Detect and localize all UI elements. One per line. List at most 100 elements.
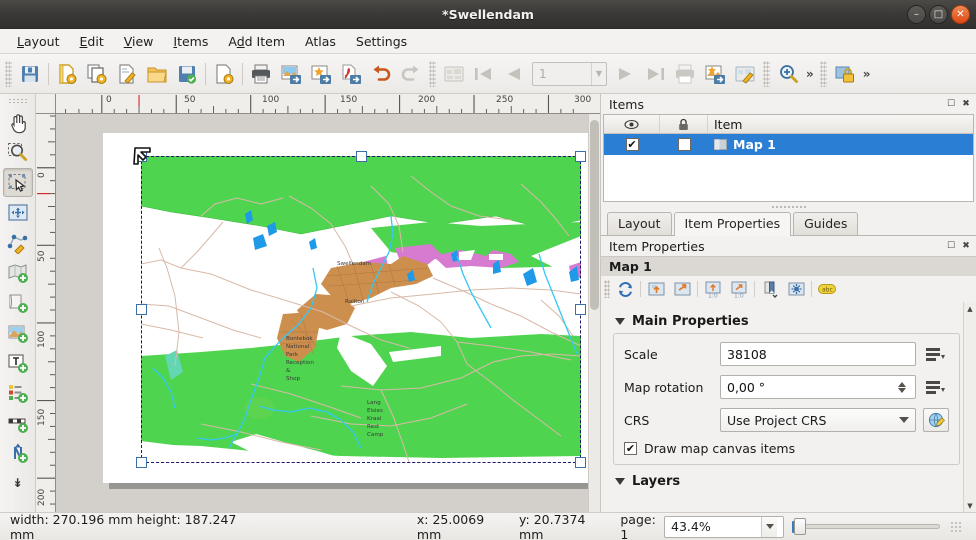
add-picture-tool[interactable]	[3, 318, 33, 347]
zoom-slider-track[interactable]	[796, 524, 940, 529]
view-scale-in-canvas-icon[interactable]: 1:0	[726, 277, 752, 301]
resize-handle-br[interactable]	[575, 457, 586, 468]
export-image-icon[interactable]	[276, 59, 306, 89]
map-rotation-spinner[interactable]	[895, 382, 909, 393]
add-label-tool[interactable]	[3, 348, 33, 377]
main-properties-header[interactable]: Main Properties	[615, 314, 960, 329]
scroll-up-icon[interactable]: ▲	[964, 302, 976, 315]
map-item-map1[interactable]: Swellendam Railton Bontebok National Par…	[141, 156, 581, 463]
resize-handle-tm[interactable]	[356, 151, 367, 162]
lock-items-icon[interactable]	[830, 59, 860, 89]
set-canvas-scale-icon[interactable]: 1:0	[700, 277, 726, 301]
layout-manager-icon[interactable]	[112, 59, 142, 89]
menu-add-item[interactable]: Add Item	[219, 31, 294, 52]
scale-input[interactable]: 38108	[720, 342, 916, 366]
interactive-edit-icon[interactable]	[783, 277, 809, 301]
add-map-tool[interactable]	[3, 258, 33, 287]
items-panel-float-icon[interactable]: ☐	[945, 98, 957, 110]
add-north-arrow-tool[interactable]	[3, 438, 33, 467]
tab-guides[interactable]: Guides	[793, 212, 858, 235]
set-canvas-extent-icon[interactable]	[643, 277, 669, 301]
pan-tool[interactable]	[3, 108, 33, 137]
select-move-item-tool[interactable]	[3, 168, 33, 197]
canvas-vertical-scrollbar[interactable]	[588, 114, 600, 512]
table-row[interactable]: ✔ Map 1	[604, 134, 973, 155]
previous-feature-icon[interactable]	[499, 59, 529, 89]
resize-handle-bl[interactable]	[136, 457, 147, 468]
spinner-up-icon[interactable]	[898, 382, 906, 387]
resize-handle-mr[interactable]	[575, 304, 586, 315]
export-svg-icon[interactable]	[306, 59, 336, 89]
menu-atlas[interactable]: Atlas	[296, 31, 345, 52]
atlas-page-spin-icon[interactable]: ▼	[591, 63, 606, 85]
layout-page[interactable]: Swellendam Railton Bontebok National Par…	[103, 133, 592, 483]
toolbar-grip-2[interactable]	[429, 61, 436, 87]
toolbar-overflow-2[interactable]: »	[860, 67, 874, 81]
print-icon[interactable]	[246, 59, 276, 89]
toolbar-grip-3[interactable]	[763, 61, 770, 87]
labeling-icon[interactable]: abc	[814, 277, 840, 301]
item-properties-scroll-area[interactable]: Main Properties Scale 38108	[601, 302, 976, 512]
crs-select[interactable]: Use Project CRS	[720, 408, 916, 432]
move-item-content-tool[interactable]	[3, 198, 33, 227]
row-lock-checkbox[interactable]	[660, 138, 708, 151]
canvas-scroll-thumb[interactable]	[590, 120, 599, 310]
new-from-template-icon[interactable]	[209, 59, 239, 89]
zoom-tool[interactable]	[3, 138, 33, 167]
zoom-slider-knob[interactable]	[794, 518, 806, 535]
draw-canvas-items-row[interactable]: ✔ Draw map canvas items	[624, 441, 949, 456]
redo-icon[interactable]	[396, 59, 426, 89]
export-atlas-image-icon[interactable]	[700, 59, 730, 89]
save-as-template-icon[interactable]	[172, 59, 202, 89]
print-atlas-icon[interactable]	[670, 59, 700, 89]
refresh-view-icon[interactable]	[612, 277, 638, 301]
view-extent-in-canvas-icon[interactable]	[669, 277, 695, 301]
item-properties-float-icon[interactable]: ☐	[945, 240, 957, 252]
map-rotation-input[interactable]: 0,00 °	[720, 375, 916, 399]
bookmarks-icon[interactable]	[757, 277, 783, 301]
new-layout-icon[interactable]	[52, 59, 82, 89]
scale-data-defined-button[interactable]	[923, 343, 949, 365]
more-tools-button[interactable]: ↡	[3, 468, 33, 497]
atlas-settings-icon[interactable]	[439, 59, 469, 89]
map-rotation-data-defined-button[interactable]	[923, 376, 949, 398]
resize-handle-tr[interactable]	[575, 151, 586, 162]
row-item-cell[interactable]: Map 1	[708, 137, 973, 152]
toolbar-overflow-1[interactable]: »	[803, 67, 817, 81]
add-shape-tool[interactable]	[3, 288, 33, 317]
chevron-down-icon[interactable]	[899, 417, 909, 423]
toolbar-grip[interactable]	[5, 61, 12, 87]
zoom-dropdown-icon[interactable]	[761, 517, 777, 537]
items-table[interactable]: Item ✔ Map 1	[603, 114, 974, 202]
toolbar-grip-4[interactable]	[820, 61, 827, 87]
scroll-down-icon[interactable]: ▼	[964, 499, 976, 512]
status-resize-grip[interactable]	[950, 521, 962, 533]
zoom-in-icon[interactable]	[773, 59, 803, 89]
export-pdf-icon[interactable]	[336, 59, 366, 89]
properties-scroll-track[interactable]	[964, 315, 976, 499]
draw-canvas-items-checkbox[interactable]: ✔	[624, 442, 637, 455]
props-toolbar-grip[interactable]	[604, 280, 610, 298]
edit-nodes-tool[interactable]	[3, 228, 33, 257]
spinner-down-icon[interactable]	[898, 388, 906, 393]
first-feature-icon[interactable]	[469, 59, 499, 89]
menu-items[interactable]: Items	[164, 31, 217, 52]
zoom-level-input[interactable]: 43.4%	[664, 516, 784, 538]
next-feature-icon[interactable]	[610, 59, 640, 89]
tab-layout[interactable]: Layout	[607, 212, 672, 235]
save-layout-icon[interactable]	[15, 59, 45, 89]
zoom-slider[interactable]	[792, 518, 940, 536]
dock-splitter[interactable]	[601, 202, 976, 211]
menu-layout[interactable]: LLayoutayout	[8, 31, 69, 52]
tab-item-properties[interactable]: Item Properties	[674, 212, 792, 236]
left-toolbar-grip[interactable]	[8, 98, 28, 105]
layout-viewport[interactable]: Swellendam Railton Bontebok National Par…	[56, 114, 600, 512]
select-crs-button[interactable]	[923, 408, 949, 432]
close-button[interactable]: ✕	[951, 5, 970, 24]
layers-header[interactable]: Layers	[615, 474, 960, 489]
menu-edit[interactable]: Edit	[71, 31, 113, 52]
last-feature-icon[interactable]	[640, 59, 670, 89]
menu-view[interactable]: View	[115, 31, 163, 52]
resize-handle-ml[interactable]	[136, 304, 147, 315]
undo-icon[interactable]	[366, 59, 396, 89]
